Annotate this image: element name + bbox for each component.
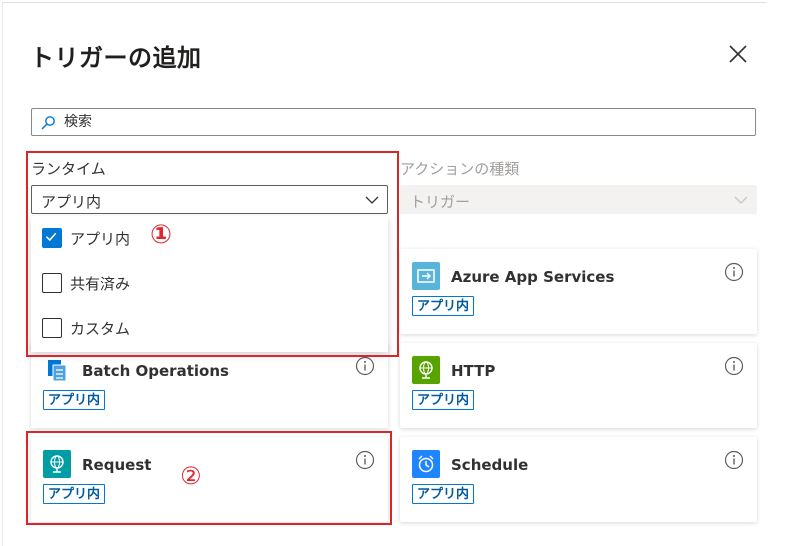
runtime-badge: アプリ内 — [412, 484, 475, 504]
option-label: 共有済み — [70, 275, 131, 293]
runtime-selected-value: アプリ内 — [41, 193, 102, 211]
option-custom[interactable]: カスタム — [31, 306, 388, 350]
chevron-down-icon — [365, 196, 379, 204]
left-divider — [2, 2, 3, 546]
action-type-label: アクションの種類 — [400, 160, 520, 178]
runtime-badge: アプリ内 — [412, 390, 475, 410]
search-input[interactable] — [64, 111, 744, 133]
info-icon[interactable] — [355, 356, 375, 376]
option-label: アプリ内 — [70, 230, 131, 248]
option-label: カスタム — [70, 320, 131, 338]
info-icon[interactable] — [724, 262, 744, 282]
top-divider — [2, 2, 766, 3]
card-name: Request — [82, 456, 152, 474]
search-icon — [41, 116, 55, 130]
card-azure-app-services[interactable]: Azure App Services アプリ内 — [400, 249, 757, 334]
info-icon[interactable] — [724, 450, 744, 470]
card-name: Azure App Services — [451, 268, 615, 286]
runtime-label: ランタイム — [31, 160, 106, 178]
info-icon[interactable] — [355, 450, 375, 470]
info-icon[interactable] — [724, 356, 744, 376]
card-name: HTTP — [451, 362, 496, 380]
card-schedule[interactable]: Schedule アプリ内 — [400, 437, 757, 522]
app-service-icon — [412, 262, 440, 290]
card-name: Schedule — [451, 456, 529, 474]
checkbox-in-app[interactable] — [42, 228, 62, 248]
option-shared[interactable]: 共有済み — [31, 261, 388, 305]
action-type-selected-value: トリガー — [410, 193, 471, 211]
checkbox-custom[interactable] — [42, 318, 62, 338]
checkmark-icon — [45, 232, 57, 242]
globe-icon — [412, 356, 440, 384]
option-in-app[interactable]: アプリ内 — [31, 216, 388, 260]
runtime-badge: アプリ内 — [43, 390, 106, 410]
close-icon[interactable] — [724, 40, 752, 68]
panel-title: トリガーの追加 — [30, 44, 202, 72]
annotation-two: ② — [180, 462, 202, 490]
card-http[interactable]: HTTP アプリ内 — [400, 343, 757, 428]
runtime-options-menu: アプリ内 共有済み カスタム — [31, 216, 388, 352]
card-name: Batch Operations — [82, 362, 229, 380]
annotation-one: ① — [150, 220, 173, 250]
action-type-dropdown[interactable]: トリガー — [400, 185, 757, 214]
batch-icon — [43, 356, 71, 384]
add-trigger-panel: トリガーの追加 ランタイム アクションの種類 アプリ内 トリガー Azure A… — [0, 0, 785, 546]
runtime-badge: アプリ内 — [43, 484, 106, 504]
runtime-badge: アプリ内 — [412, 296, 475, 316]
chevron-down-icon — [734, 196, 748, 204]
request-globe-icon — [43, 450, 71, 478]
search-box[interactable] — [31, 108, 756, 136]
alarm-clock-icon — [412, 450, 440, 478]
checkbox-shared[interactable] — [42, 273, 62, 293]
runtime-dropdown[interactable]: アプリ内 — [31, 185, 388, 214]
card-request[interactable]: Request アプリ内 — [31, 437, 388, 522]
card-batch-operations[interactable]: Batch Operations アプリ内 — [31, 343, 388, 428]
